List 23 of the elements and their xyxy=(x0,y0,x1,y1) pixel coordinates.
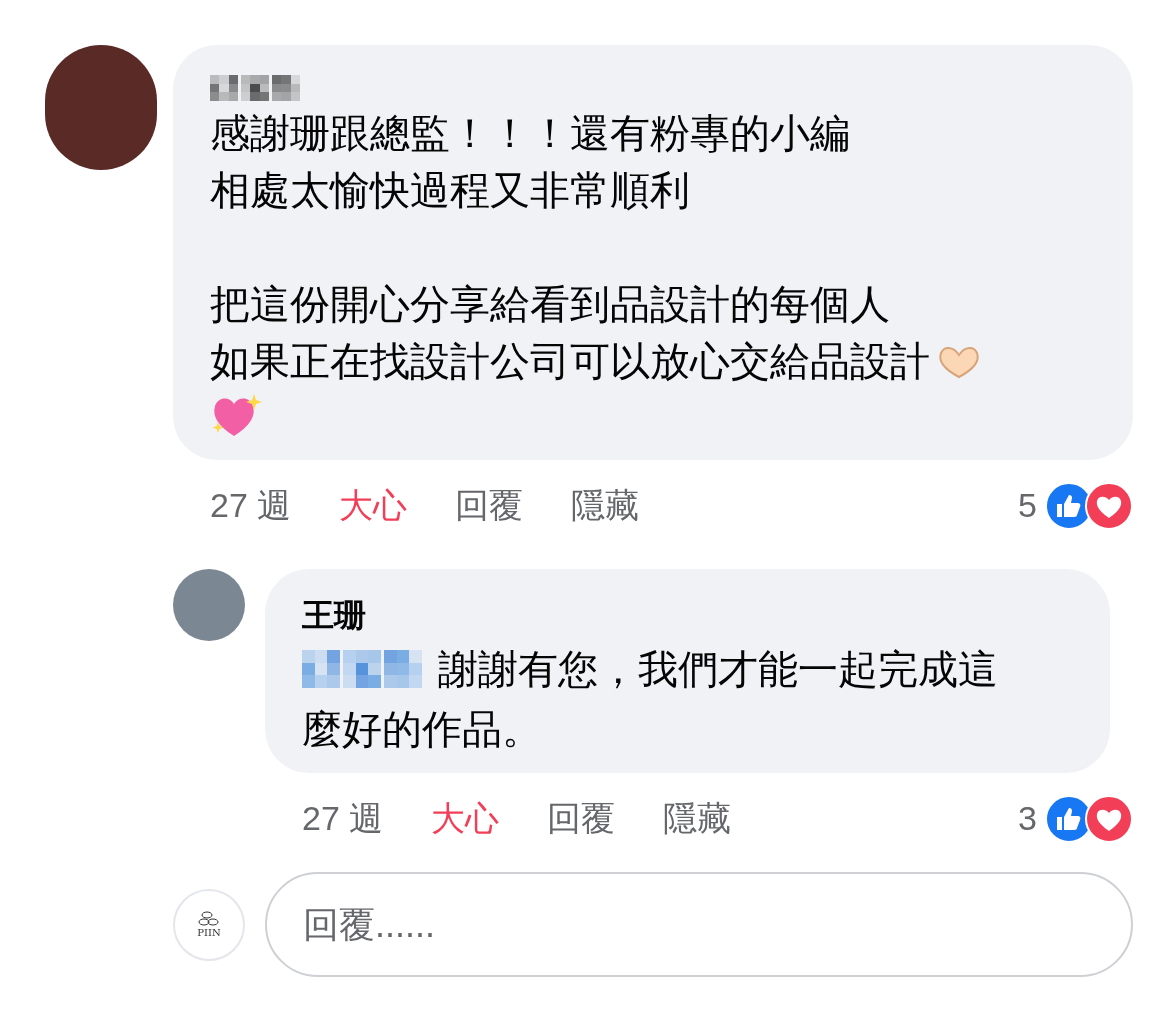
reply-button[interactable]: 回覆 xyxy=(455,480,524,531)
hide-button[interactable]: 隱藏 xyxy=(663,793,732,844)
hide-button[interactable]: 隱藏 xyxy=(571,480,640,531)
reaction-count: 3 xyxy=(1018,798,1037,839)
logo-text: PIIN xyxy=(197,927,221,938)
heart-reaction-icon xyxy=(1085,794,1133,843)
reply-input-field[interactable]: 回覆...... xyxy=(265,872,1133,977)
page-avatar[interactable]: PIIN xyxy=(173,888,245,961)
comment-text: 麼好的作品。 xyxy=(302,706,542,753)
heart-reaction-icon xyxy=(1085,481,1133,530)
loops-logo-icon xyxy=(198,911,220,927)
comment-text: 相處太愉快過程又非常順利 xyxy=(210,167,691,214)
comment-text: 如果正在找設計公司可以放心交給品設計 xyxy=(210,339,930,383)
comment-text: 謝謝有您，我們才能一起完成這 xyxy=(438,646,998,693)
comment-time[interactable]: 27 週 xyxy=(302,793,384,844)
comment-author[interactable]: 王珊 xyxy=(302,591,1073,639)
comment-time[interactable]: 27 週 xyxy=(210,480,292,531)
comment-text: 感謝珊跟總監！！！還有粉專的小編 xyxy=(210,110,851,157)
reply-button[interactable]: 回覆 xyxy=(547,793,616,844)
reaction-button[interactable]: 大心 xyxy=(431,793,500,844)
reaction-count: 5 xyxy=(1018,485,1037,526)
comment-text: 把這份開心分享給看到品設計的每個人 xyxy=(210,281,891,328)
reaction-button[interactable]: 大心 xyxy=(339,480,408,531)
